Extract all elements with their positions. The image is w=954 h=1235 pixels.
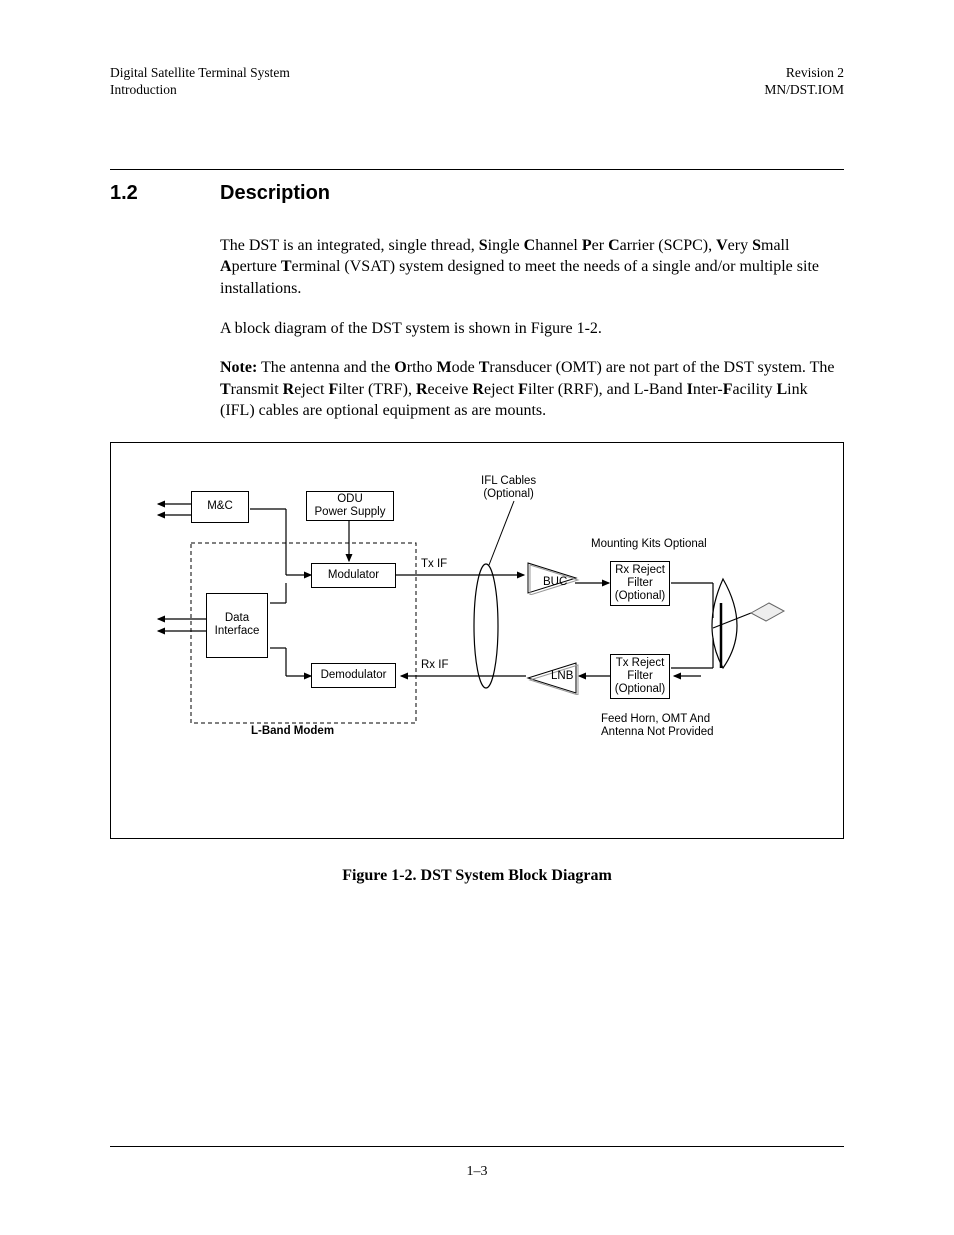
- figure-1-2: M&C ODU Power Supply Modulator Demodulat…: [110, 442, 844, 839]
- page-header: Digital Satellite Terminal System Introd…: [110, 65, 844, 99]
- label-buc: BUC: [543, 576, 567, 589]
- section-number: 1.2: [110, 182, 220, 205]
- label-tx-if: Tx IF: [421, 558, 447, 571]
- paragraph-note: Note: The antenna and the Ortho Mode Tra…: [220, 357, 844, 422]
- block-mc: M&C: [191, 491, 249, 523]
- label-feedhorn-note: Feed Horn, OMT And Antenna Not Provided: [601, 713, 714, 739]
- header-docnum: MN/DST.IOM: [764, 82, 844, 99]
- section-heading: 1.2 Description: [110, 182, 844, 205]
- figure-caption: Figure 1-2. DST System Block Diagram: [110, 867, 844, 885]
- footer-rule: [110, 1146, 844, 1147]
- page-number: 1–3: [0, 1164, 954, 1180]
- label-ifl-cables: IFL Cables (Optional): [481, 475, 536, 501]
- section-title: Description: [220, 182, 330, 205]
- body-content: The DST is an integrated, single thread,…: [220, 235, 844, 422]
- label-mounting-kits: Mounting Kits Optional: [591, 538, 707, 551]
- header-title-left-2: Introduction: [110, 82, 290, 99]
- block-rx-reject-filter: Rx Reject Filter (Optional): [610, 561, 670, 606]
- block-demodulator: Demodulator: [311, 663, 396, 688]
- block-modulator: Modulator: [311, 563, 396, 588]
- label-rx-if: Rx IF: [421, 659, 448, 672]
- header-title-left-1: Digital Satellite Terminal System: [110, 65, 290, 82]
- paragraph-1: The DST is an integrated, single thread,…: [220, 235, 844, 300]
- block-data-interface: Data Interface: [206, 593, 268, 658]
- block-tx-reject-filter: Tx Reject Filter (Optional): [610, 654, 670, 699]
- block-odu-power-supply: ODU Power Supply: [306, 491, 394, 521]
- label-lnb: LNB: [551, 670, 573, 683]
- header-revision: Revision 2: [764, 65, 844, 82]
- header-rule: [110, 169, 844, 170]
- paragraph-2: A block diagram of the DST system is sho…: [220, 318, 844, 340]
- label-lband-modem: L-Band Modem: [251, 725, 334, 738]
